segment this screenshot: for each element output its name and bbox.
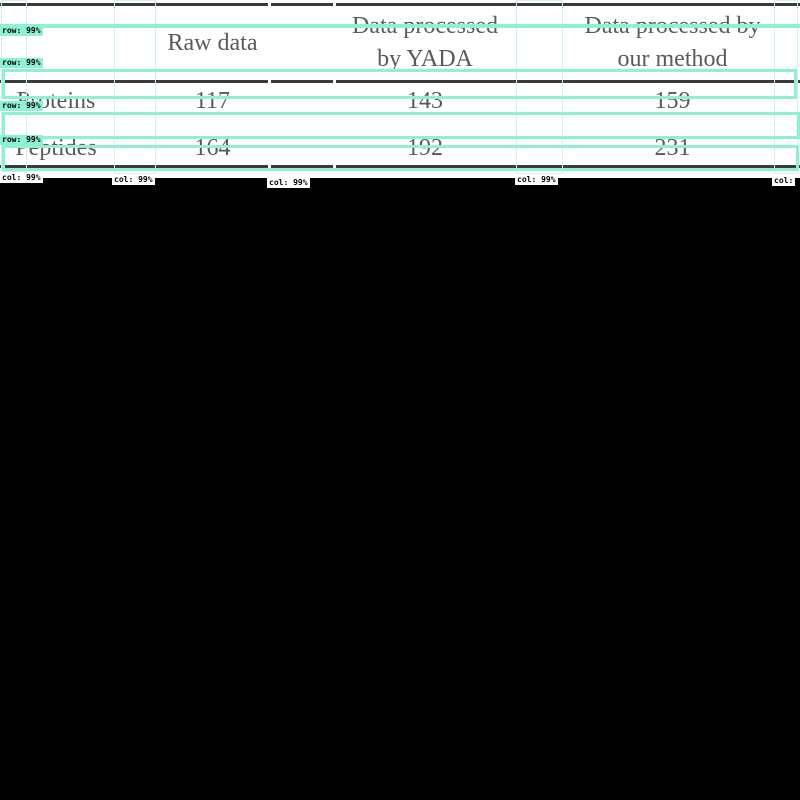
col-tag-4: col: 99% <box>515 175 558 185</box>
row-tag-1: row: 99% <box>0 26 43 36</box>
col-tag-3: col: 99% <box>267 178 310 188</box>
table-image: Raw data Data processed by YADA Data pro… <box>0 0 800 178</box>
row-box-1 <box>0 24 800 28</box>
row-box-3 <box>2 112 800 139</box>
row-tag-4: row: 99% <box>0 135 43 145</box>
header-yada-line: Data processed by YADA <box>352 13 498 72</box>
col-tag-1: col: 99% <box>0 173 43 183</box>
header-our-method: Data processed by our method <box>584 13 761 72</box>
row-box-4 <box>2 145 799 171</box>
row-box-2 <box>2 69 797 99</box>
row-tag-3: row: 99% <box>0 101 43 111</box>
col-tag-5: col: <box>772 176 796 186</box>
row-tag-2: row: 99% <box>0 58 43 68</box>
col-tag-2: col: 99% <box>112 175 155 185</box>
